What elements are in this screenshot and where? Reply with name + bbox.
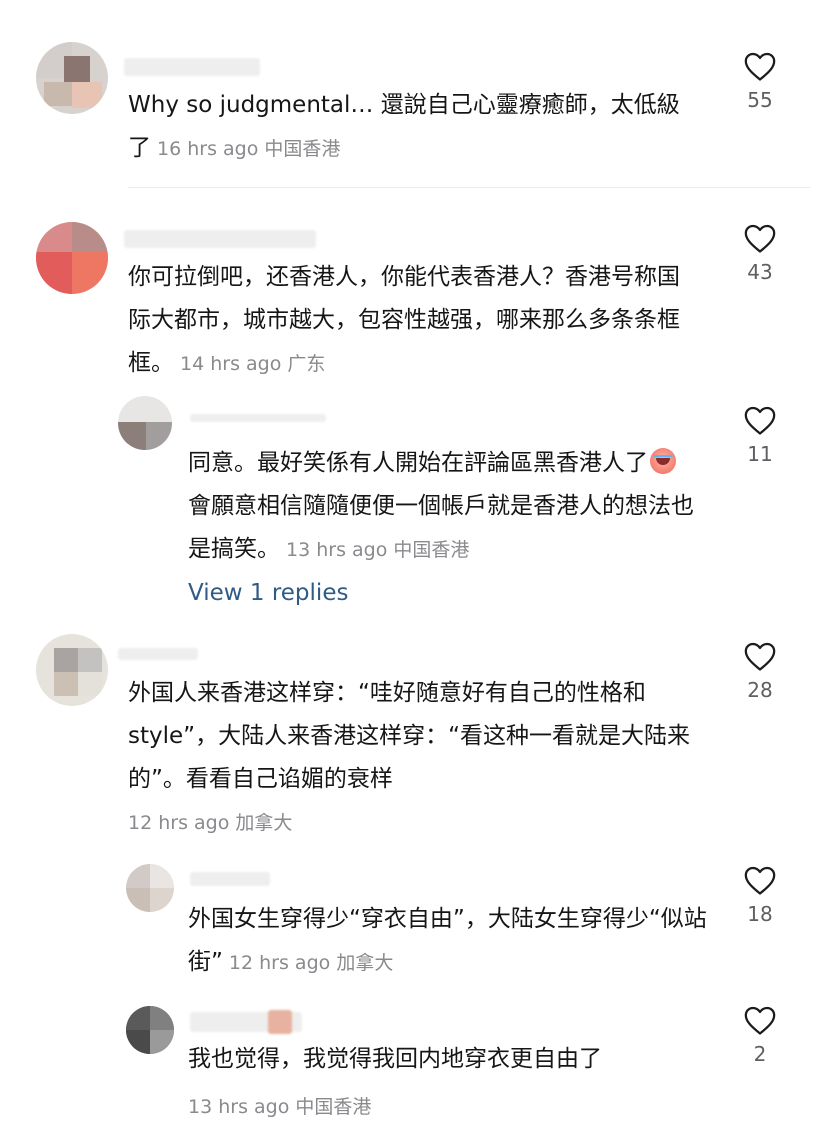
- like-count: 43: [747, 260, 773, 284]
- comment-text: 外国人来香港这样穿：“哇好随意好有自己的性格和style”，大陆人来香港这样穿：…: [128, 680, 690, 792]
- heart-outline-icon: [744, 642, 776, 671]
- like-button[interactable]: 18: [730, 864, 790, 926]
- comment-meta: 12 hrs ago 加拿大: [128, 812, 293, 834]
- username-blurred[interactable]: [190, 414, 326, 422]
- avatar[interactable]: [36, 222, 108, 294]
- comment-meta: 16 hrs ago 中国香港: [157, 138, 341, 160]
- like-button[interactable]: 11: [730, 404, 790, 466]
- reply-text: 同意。最好笑係有人開始在評論區黑香港人了會願意相信隨隨便便一個帳戶就是香港人的想…: [188, 448, 694, 562]
- username-blurred-accent: [268, 1010, 292, 1034]
- reply-meta: 13 hrs ago 中国香港: [286, 539, 470, 561]
- view-replies-link[interactable]: View 1 replies: [188, 580, 348, 606]
- heart-outline-icon: [744, 1006, 776, 1035]
- like-count: 11: [747, 442, 773, 466]
- reply-avatar[interactable]: [118, 396, 172, 450]
- reply-meta: 12 hrs ago 加拿大: [228, 952, 394, 974]
- like-count: 28: [747, 678, 773, 702]
- like-button[interactable]: 28: [730, 640, 790, 702]
- like-count: 18: [747, 902, 773, 926]
- reply-avatar[interactable]: [126, 1006, 174, 1054]
- like-button[interactable]: 2: [730, 1004, 790, 1066]
- reply-text: 我也觉得，我觉得我回内地穿衣更自由了: [188, 1046, 602, 1072]
- heart-outline-icon: [744, 224, 776, 253]
- reply-text: 外国女生穿得少“穿衣自由”，大陆女生穿得少“似站街” 12 hrs ago 加拿大: [188, 906, 707, 975]
- divider: [128, 187, 810, 188]
- heart-outline-icon: [744, 52, 776, 81]
- like-count: 55: [747, 88, 773, 112]
- crying-face-emoji: [650, 448, 676, 474]
- comment-text: Why so judgmental… 還說自己心靈療癒師，太低級了 16 hrs …: [128, 92, 680, 161]
- heart-outline-icon: [744, 866, 776, 895]
- reply-meta: 13 hrs ago 中国香港: [188, 1096, 372, 1118]
- avatar[interactable]: [36, 634, 108, 706]
- like-button[interactable]: 55: [730, 50, 790, 112]
- username-blurred[interactable]: [118, 648, 198, 660]
- reply-avatar[interactable]: [126, 864, 174, 912]
- username-blurred[interactable]: [124, 58, 260, 76]
- username-blurred[interactable]: [124, 230, 316, 248]
- heart-outline-icon: [744, 406, 776, 435]
- comment-text: 你可拉倒吧，还香港人，你能代表香港人？香港号称国际大都市，城市越大，包容性越强，…: [128, 264, 680, 376]
- avatar[interactable]: [36, 42, 108, 114]
- username-blurred[interactable]: [190, 872, 270, 886]
- comment-meta: 14 hrs ago 广东: [180, 353, 326, 375]
- like-button[interactable]: 43: [730, 222, 790, 284]
- like-count: 2: [753, 1042, 767, 1066]
